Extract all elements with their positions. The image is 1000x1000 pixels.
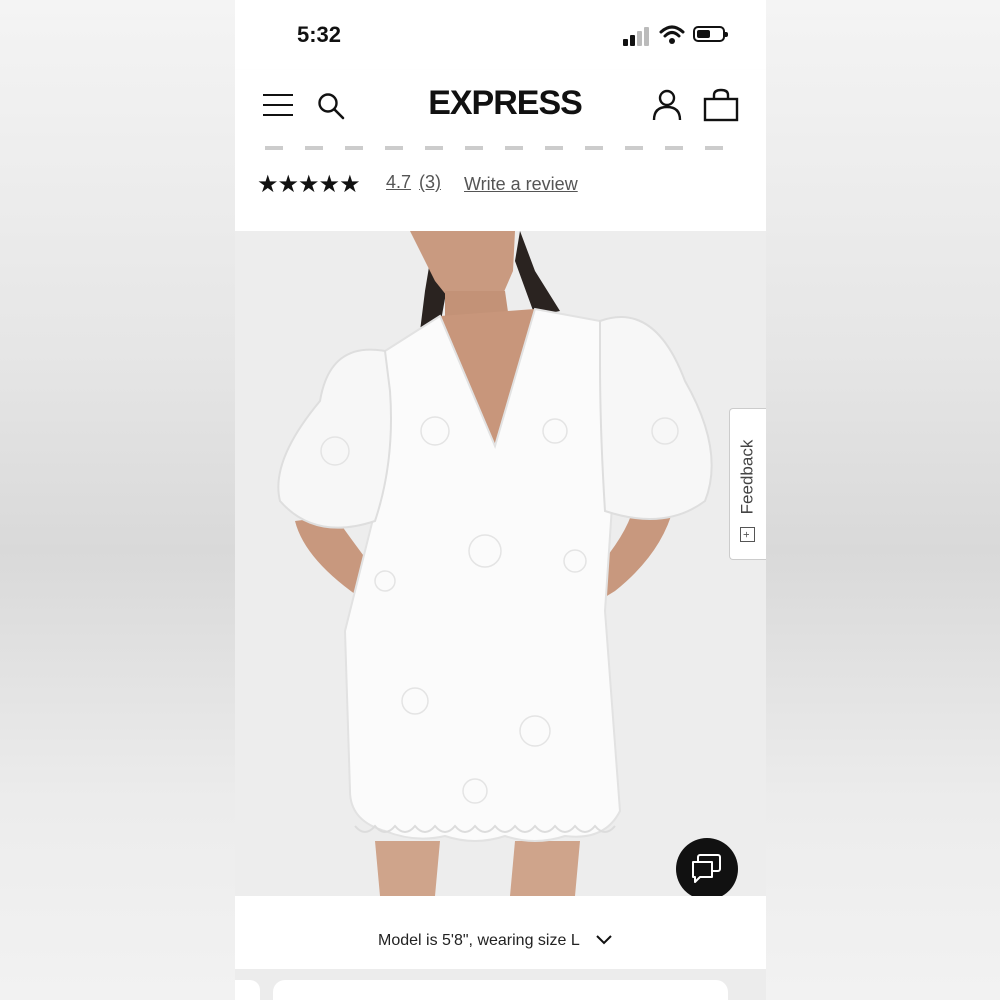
feedback-plus-icon: + xyxy=(740,527,755,542)
search-icon[interactable] xyxy=(317,92,345,120)
rating-row: ★★★★★ 4.7 (3) Write a review xyxy=(235,146,766,231)
recommendation-card-partial[interactable] xyxy=(235,980,260,1000)
cut-off-title xyxy=(265,146,745,150)
status-bar: 5:32 xyxy=(235,0,766,70)
status-time: 5:32 xyxy=(297,22,342,47)
phone-screen: 5:32 EXPRESS ★★★★★ 4.7 (3) Write a revie… xyxy=(235,0,766,1000)
feedback-label: Feedback xyxy=(737,439,757,515)
signal-icon xyxy=(623,26,651,46)
background-left xyxy=(0,0,235,1000)
menu-icon[interactable] xyxy=(263,92,295,118)
model-info-bar[interactable]: Model is 5'8", wearing size L xyxy=(235,896,766,969)
background-right xyxy=(766,0,1000,1000)
express-logo[interactable]: EXPRESS xyxy=(395,84,615,123)
feedback-tab[interactable]: Feedback + xyxy=(729,408,766,560)
product-image[interactable] xyxy=(235,231,766,896)
bag-icon[interactable] xyxy=(703,88,739,122)
chevron-down-icon[interactable] xyxy=(596,934,612,946)
wifi-icon xyxy=(659,25,685,44)
write-review-link[interactable]: Write a review xyxy=(464,174,578,195)
recommendation-card[interactable] xyxy=(273,980,728,1000)
dress-illustration xyxy=(235,231,766,896)
model-info-text: Model is 5'8", wearing size L xyxy=(378,932,580,949)
review-count-link[interactable]: (3) xyxy=(419,172,441,193)
battery-icon xyxy=(693,26,728,42)
account-icon[interactable] xyxy=(651,88,683,122)
chat-button[interactable] xyxy=(676,838,738,900)
chat-icon xyxy=(692,854,721,883)
site-header: EXPRESS xyxy=(235,70,766,146)
rating-stars: ★★★★★ xyxy=(257,171,361,198)
rating-value-link[interactable]: 4.7 xyxy=(386,172,411,193)
